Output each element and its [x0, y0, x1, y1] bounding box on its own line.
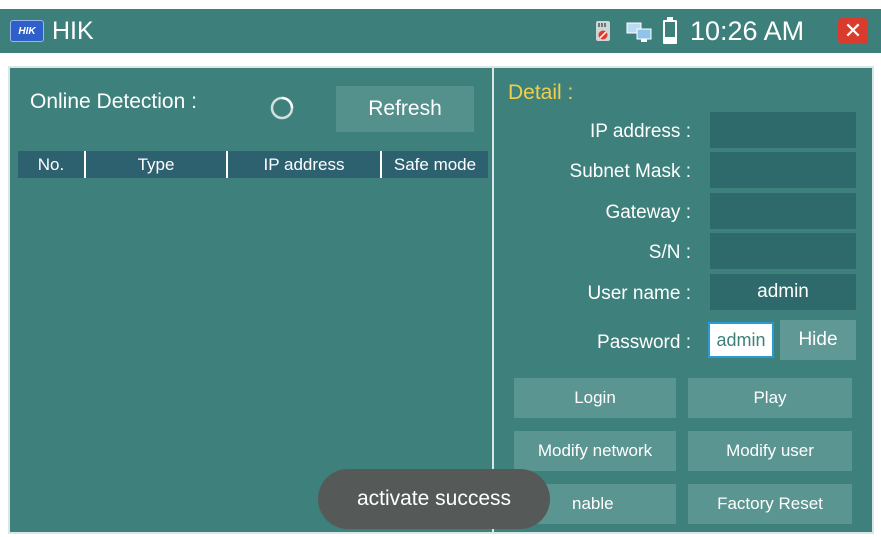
username-label: User name :: [587, 283, 691, 304]
ip-address-label: IP address :: [589, 121, 691, 142]
loading-spinner-icon: [270, 96, 294, 120]
username-field[interactable]: admin: [710, 274, 856, 310]
subnet-mask-label: Subnet Mask :: [569, 161, 691, 182]
device-table-header: No. Type IP address Safe mode: [18, 151, 488, 178]
close-button[interactable]: ✕: [838, 18, 868, 44]
column-no[interactable]: No.: [18, 151, 84, 178]
sd-card-icon: [596, 21, 610, 41]
sn-label: S/N :: [648, 242, 691, 263]
online-detection-label: Online Detection :: [30, 90, 197, 113]
clock: 10:26 AM: [690, 16, 805, 46]
subnet-mask-field[interactable]: [710, 152, 856, 188]
column-safe-mode[interactable]: Safe mode: [380, 151, 488, 178]
column-type[interactable]: Type: [84, 151, 226, 178]
app-logo: HIK: [10, 20, 44, 42]
play-button[interactable]: Play: [688, 378, 852, 418]
panel-divider: [492, 68, 494, 532]
ip-address-field[interactable]: [710, 112, 856, 148]
close-icon[interactable]: ✕: [844, 18, 862, 43]
modify-user-button[interactable]: Modify user: [688, 431, 852, 471]
gateway-field[interactable]: [710, 193, 856, 229]
app-title: HIK: [52, 17, 94, 45]
refresh-button[interactable]: Refresh: [336, 86, 474, 132]
sn-field[interactable]: [710, 233, 856, 269]
column-ip-address[interactable]: IP address: [226, 151, 380, 178]
network-icon: [626, 22, 652, 42]
gateway-label: Gateway :: [605, 202, 691, 223]
detail-title: Detail :: [508, 81, 574, 104]
title-bar: HIK HIK 10:26 AM ✕: [0, 9, 881, 53]
password-label: Password :: [597, 332, 691, 353]
factory-reset-button[interactable]: Factory Reset: [688, 484, 852, 524]
hide-password-button[interactable]: Hide: [780, 320, 856, 360]
modify-network-button[interactable]: Modify network: [514, 431, 676, 471]
login-button[interactable]: Login: [514, 378, 676, 418]
battery-icon: [663, 17, 677, 44]
toast-message: activate success: [318, 469, 550, 529]
password-field[interactable]: admin: [708, 322, 774, 358]
